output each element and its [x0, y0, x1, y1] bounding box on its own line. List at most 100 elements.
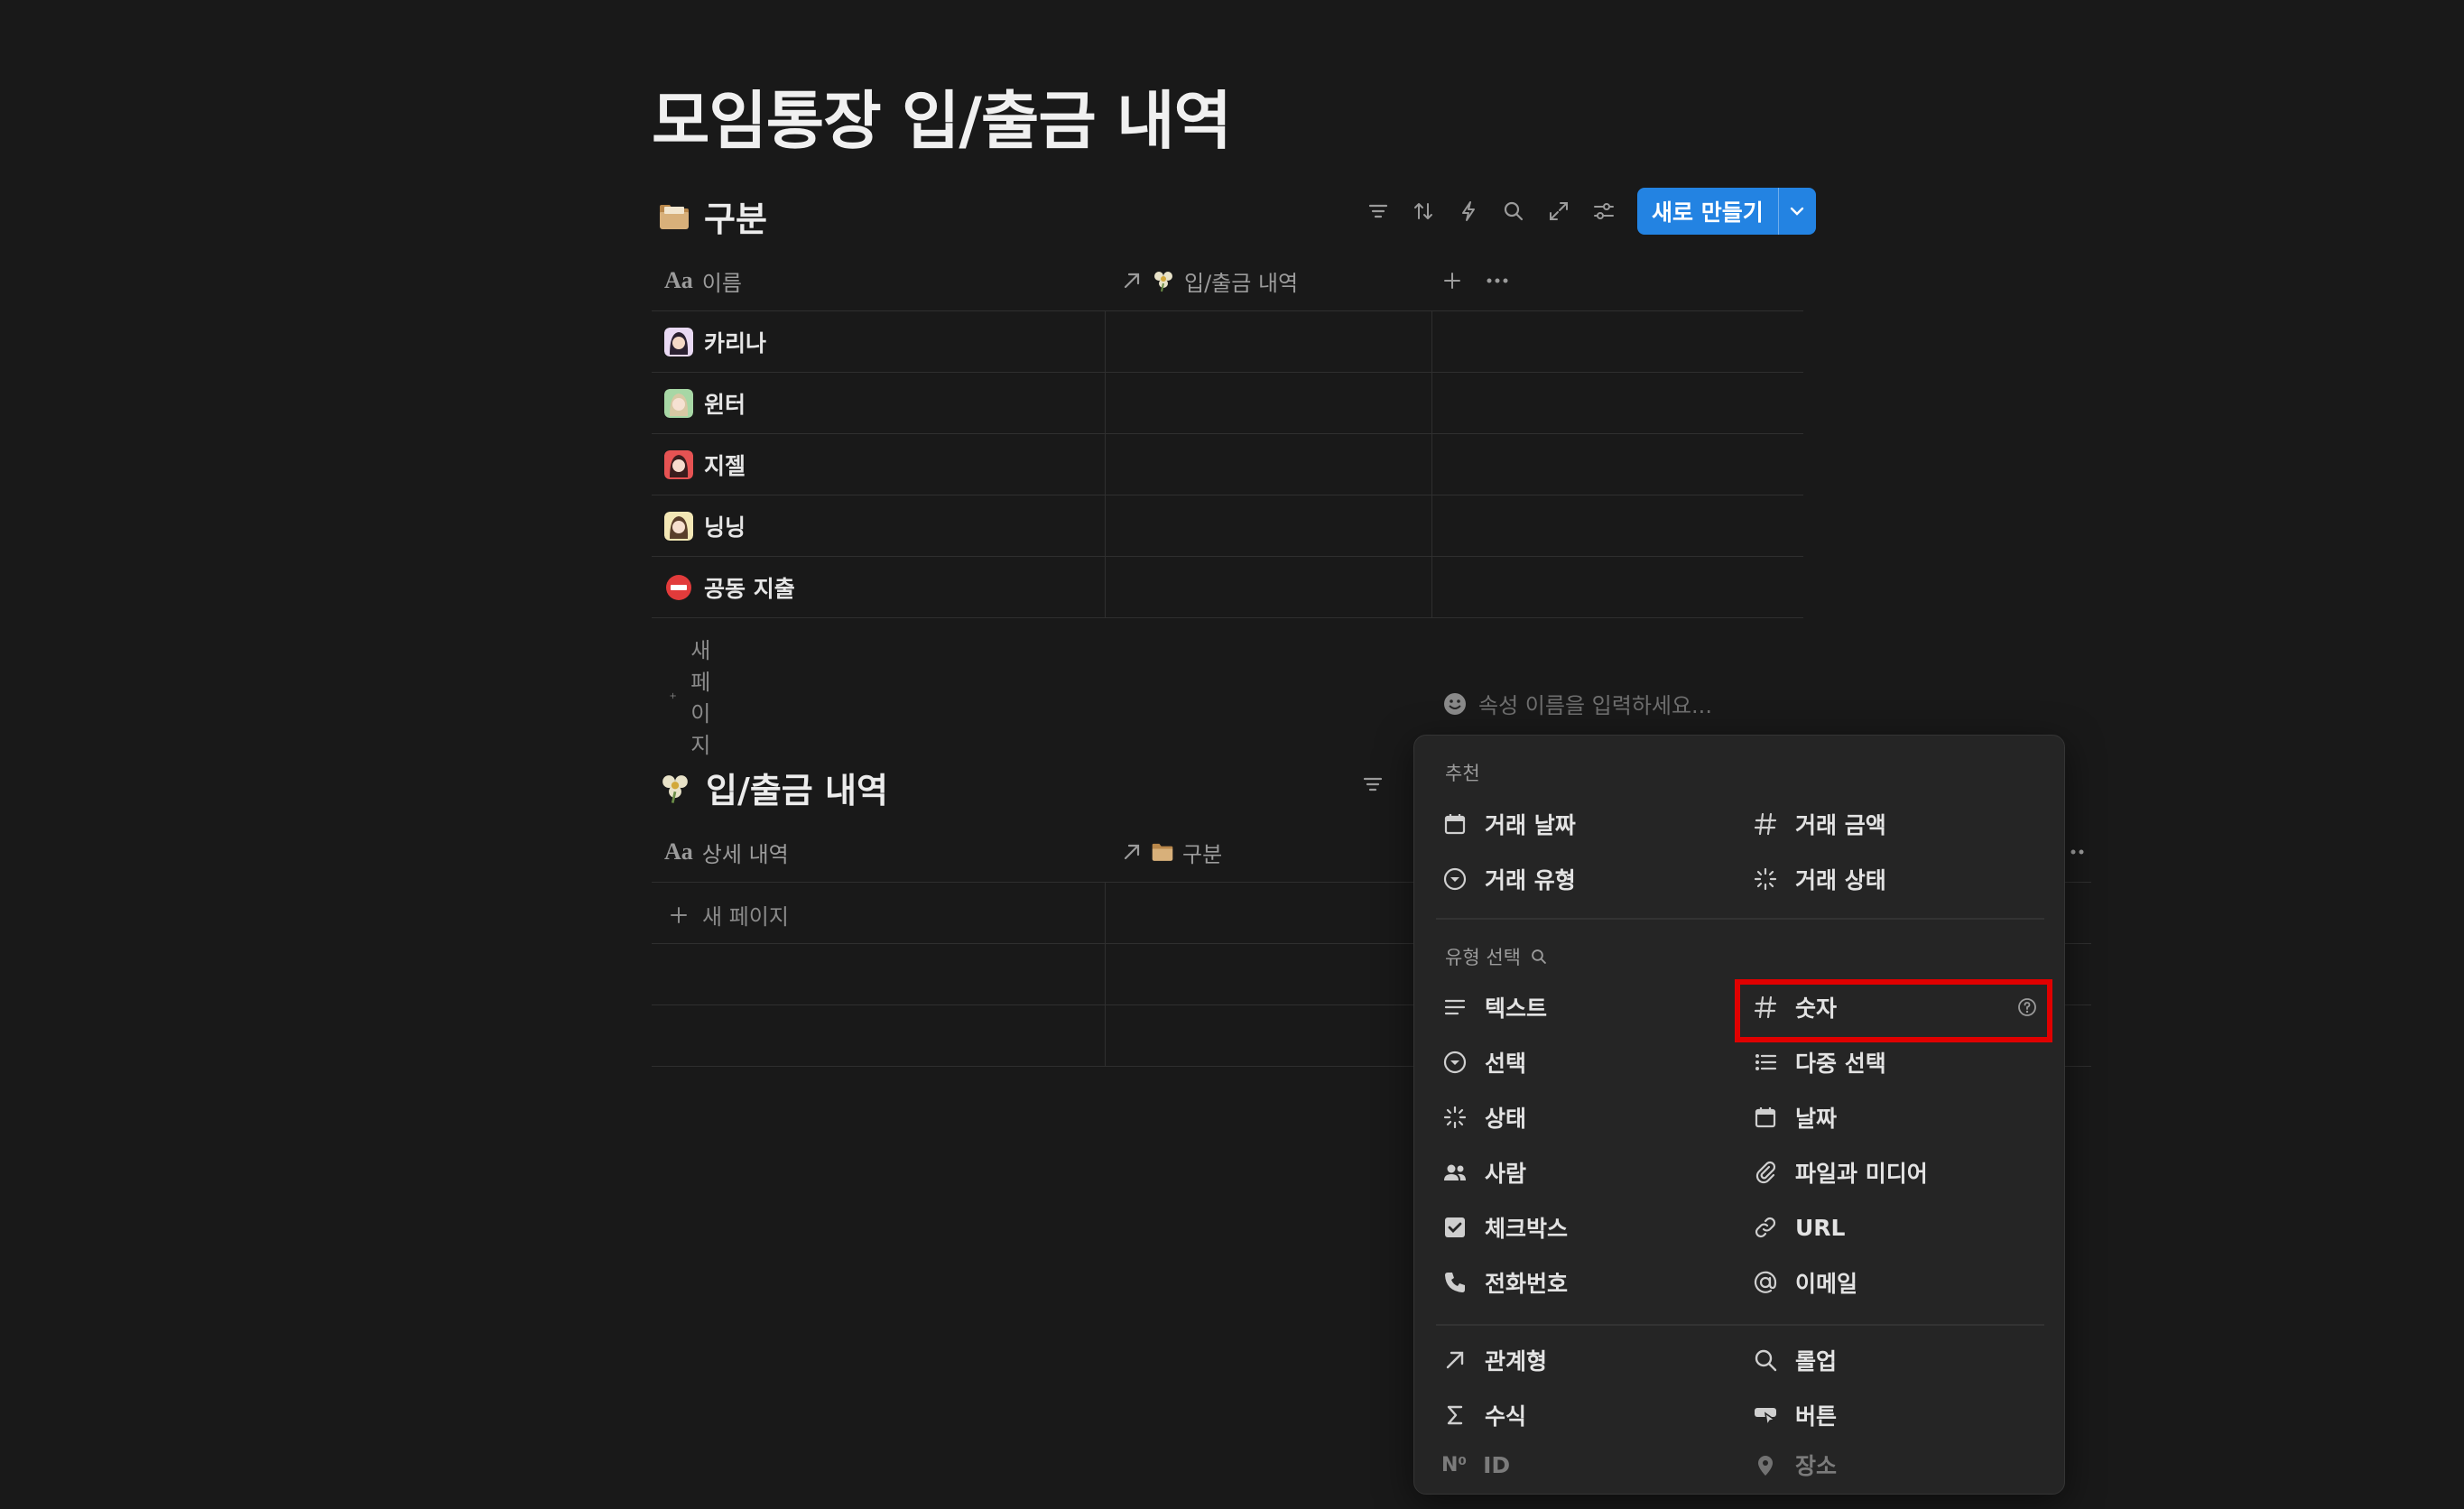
menu-item-label: 롤업 [1795, 1348, 1838, 1375]
menu-item-email[interactable]: 이메일 [1752, 1257, 1857, 1308]
add-column-button[interactable] [1442, 250, 1462, 311]
menu-item-suggested-type[interactable]: 거래 유형 [1441, 854, 1576, 904]
row-name-cell[interactable]: 윈터 [664, 373, 746, 434]
table-row[interactable]: 공동 지출 [652, 557, 1803, 618]
menu-item-place[interactable]: 장소 [1752, 1445, 1837, 1485]
text-type-icon: Aa [664, 838, 693, 865]
menu-item-label: 다중 선택 [1795, 1051, 1886, 1077]
menu-item-checkbox[interactable]: 체크박스 [1441, 1202, 1568, 1253]
table-row[interactable]: 지젤 [652, 434, 1803, 495]
settings-icon[interactable] [1581, 188, 1626, 235]
table-row[interactable]: 닝닝 [652, 495, 1803, 557]
column-label: 입/출금 내역 [1184, 270, 1299, 296]
folder-icon [659, 203, 690, 230]
menu-item-label: 사람 [1485, 1161, 1527, 1187]
emoji-icon[interactable] [1442, 691, 1468, 717]
calendar-icon [1441, 810, 1468, 838]
db1-title[interactable]: 구분 [659, 191, 767, 241]
search-icon[interactable] [1530, 948, 1548, 966]
menu-item-rollup[interactable]: 롤업 [1752, 1335, 1837, 1385]
more-icon[interactable] [1486, 250, 1509, 311]
people-icon [1441, 1159, 1468, 1186]
chevron-down-icon[interactable] [1777, 188, 1816, 235]
menu-item-phone[interactable]: 전화번호 [1441, 1257, 1568, 1308]
menu-item-suggested-date[interactable]: 거래 날짜 [1441, 799, 1576, 849]
row-name-cell[interactable]: 카리나 [664, 311, 766, 373]
column-header-relation[interactable]: 구분 [1121, 821, 1222, 883]
menu-item-formula[interactable]: 수식 [1441, 1390, 1526, 1440]
plus-icon [671, 906, 687, 923]
menu-item-suggested-status[interactable]: 거래 상태 [1752, 854, 1886, 904]
new-page-button[interactable]: 새 페이지 [670, 899, 789, 930]
at-icon [1752, 1269, 1779, 1296]
row-name: 닝닝 [704, 514, 746, 541]
menu-item-files-media[interactable]: 파일과 미디어 [1752, 1147, 1928, 1198]
menu-item-label: URL [1795, 1214, 1846, 1241]
suggested-section-label: 추천 [1445, 763, 1480, 784]
automation-icon[interactable] [1446, 188, 1491, 235]
row-name-cell[interactable]: 닝닝 [664, 495, 746, 557]
menu-item-status[interactable]: 상태 [1441, 1092, 1526, 1143]
relation-icon [1121, 270, 1143, 292]
filter-icon[interactable] [1350, 761, 1395, 808]
menu-item-label: 거래 날짜 [1485, 812, 1576, 838]
select-icon [1441, 866, 1468, 893]
text-icon [1441, 994, 1468, 1021]
plus-icon [670, 692, 676, 699]
menu-item-url[interactable]: URL [1752, 1202, 1845, 1253]
new-page-button[interactable]: 새 페이지 [670, 633, 722, 759]
search-icon[interactable] [1491, 188, 1536, 235]
status-icon [1441, 1104, 1468, 1131]
db2-title[interactable]: 입/출금 내역 [659, 763, 888, 812]
table-row[interactable]: 카리나 [652, 311, 1803, 373]
page-title: 모임통장 입/출금 내역 [652, 84, 1232, 158]
button-icon [1752, 1402, 1779, 1429]
menu-item-label: 선택 [1485, 1051, 1527, 1077]
property-name-input[interactable]: 속성 이름을 입력하세요... [1442, 688, 1712, 719]
menu-item-select[interactable]: 선택 [1441, 1037, 1526, 1088]
menu-item-label: 장소 [1795, 1453, 1838, 1479]
menu-item-label: 파일과 미디어 [1795, 1161, 1928, 1187]
avatar [664, 450, 693, 479]
row-name-cell[interactable]: 공동 지출 [664, 557, 795, 618]
menu-item-label: 전화번호 [1485, 1271, 1569, 1297]
checkbox-icon [1441, 1214, 1468, 1241]
number-icon [1752, 810, 1779, 838]
column-header-name[interactable]: Aa 이름 [664, 250, 742, 311]
property-name-placeholder: 속성 이름을 입력하세요... [1478, 693, 1712, 718]
column-label: 이름 [701, 270, 742, 296]
select-icon [1441, 1049, 1468, 1076]
menu-item-relation[interactable]: 관계형 [1441, 1335, 1547, 1385]
menu-item-button[interactable]: 버튼 [1752, 1390, 1837, 1440]
sort-icon[interactable] [1401, 188, 1446, 235]
menu-item-label: 관계형 [1485, 1348, 1548, 1375]
menu-item-label: 날짜 [1795, 1106, 1838, 1132]
column-label: 구분 [1182, 841, 1223, 867]
rollup-icon [1752, 1347, 1779, 1374]
menu-item-id[interactable]: N⁰ ID [1441, 1445, 1510, 1485]
table-row[interactable]: 윈터 [652, 373, 1803, 434]
column-header-relation[interactable]: 입/출금 내역 [1121, 250, 1298, 311]
highlight-box [1735, 979, 2052, 1042]
relation-icon [1121, 841, 1143, 863]
menu-item-suggested-amount[interactable]: 거래 금액 [1752, 799, 1886, 849]
menu-item-multi-select[interactable]: 다중 선택 [1752, 1037, 1886, 1088]
row-name-cell[interactable]: 지젤 [664, 434, 746, 495]
calendar-icon [1752, 1104, 1779, 1131]
row-name: 카리나 [704, 330, 767, 356]
menu-item-text[interactable]: 텍스트 [1441, 982, 1547, 1032]
status-icon [1752, 866, 1779, 893]
paperclip-icon [1752, 1159, 1779, 1186]
column-header-detail[interactable]: Aa 상세 내역 [664, 821, 789, 883]
expand-icon[interactable] [1536, 188, 1581, 235]
menu-item-label: 거래 금액 [1795, 812, 1886, 838]
menu-item-label: 거래 유형 [1485, 867, 1576, 893]
menu-item-label: 텍스트 [1485, 995, 1548, 1022]
new-button[interactable]: 새로 만들기 [1637, 188, 1816, 235]
menu-item-people[interactable]: 사람 [1441, 1147, 1526, 1198]
table-header-row: Aa 이름 입/출금 내역 [652, 250, 1803, 311]
menu-item-date[interactable]: 날짜 [1752, 1092, 1837, 1143]
row-name: 공동 지출 [704, 576, 795, 602]
id-icon: N⁰ [1441, 1453, 1468, 1477]
filter-icon[interactable] [1356, 188, 1401, 235]
